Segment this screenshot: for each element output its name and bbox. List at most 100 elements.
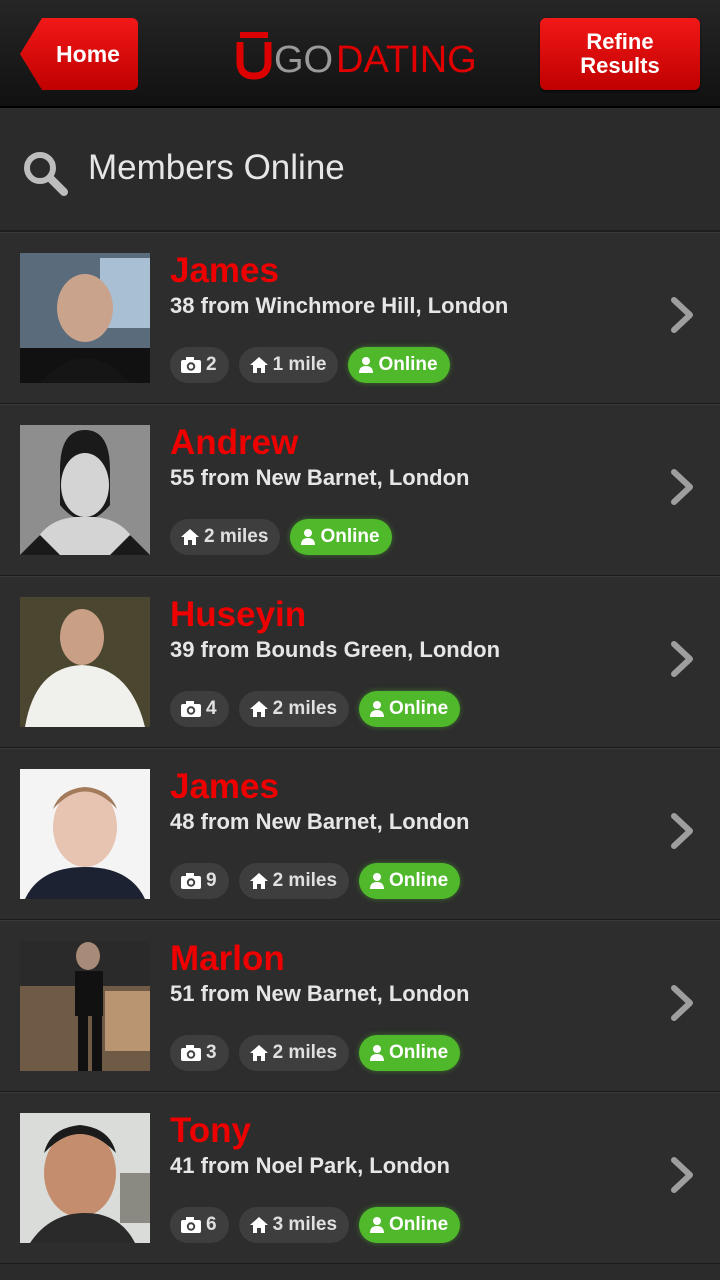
member-row[interactable]: Andrew 55 from New Barnet, London 2 mile… [0,404,720,576]
member-name: Marlon [170,939,285,978]
search-bar[interactable]: Members Online [0,110,720,232]
member-name: Tony [170,1111,252,1150]
user-icon [370,701,385,717]
chevron-right-icon[interactable] [668,983,696,1023]
logo-prefix: GO [274,39,333,80]
member-name: Andrew [170,423,299,462]
home-icon [249,701,268,717]
user-icon [370,873,385,889]
member-row[interactable]: James 48 from New Barnet, London 9 2 mil… [0,748,720,920]
home-icon [249,873,268,889]
online-status-badge: Online [359,1207,461,1243]
logo-suffix: DATING [336,39,477,80]
page-title: Members Online [88,148,345,187]
distance-chip: 3 miles [238,1207,350,1243]
photo-count: 2 [206,354,217,375]
member-details: 39 from Bounds Green, London [170,637,501,662]
member-details: 41 from Noel Park, London [170,1153,450,1178]
avatar[interactable] [20,425,150,555]
member-chips: 9 2 miles Online [170,863,461,899]
member-row[interactable]: James 38 from Winchmore Hill, London 2 1… [0,232,720,404]
online-status-badge: Online [348,347,450,383]
distance-chip: 2 miles [170,519,281,555]
chevron-right-icon[interactable] [668,811,696,851]
distance-chip: 2 miles [238,691,350,727]
refine-label-line1: Refine [586,29,654,54]
distance-chip: 2 miles [238,863,350,899]
photo-count-chip: 2 [170,347,229,383]
status-label: Online [320,526,380,547]
home-button-label: Home [56,40,120,67]
photo-count-chip: 4 [170,691,229,727]
photo-count: 9 [206,870,217,891]
member-chips: 6 3 miles Online [170,1207,461,1243]
home-icon [249,1045,268,1061]
avatar[interactable] [20,769,150,899]
distance: 2 miles [272,1042,338,1063]
member-name: Huseyin [170,595,307,634]
ugodating-logo: GO DATING [236,32,477,80]
camera-icon [181,1045,201,1061]
chevron-right-icon[interactable] [668,467,696,507]
user-icon [359,357,374,373]
status-label: Online [389,870,449,891]
status-label: Online [378,354,438,375]
search-icon [24,152,68,196]
refine-label-line2: Results [580,53,660,78]
distance-chip: 2 miles [238,1035,350,1071]
photo-count: 3 [206,1042,217,1063]
home-icon [249,1217,268,1233]
member-details: 55 from New Barnet, London [170,465,470,490]
photo-count: 4 [206,698,217,719]
user-icon [301,529,316,545]
online-status-badge: Online [359,691,461,727]
home-button[interactable]: Home [20,18,138,90]
refine-results-button[interactable]: Refine Results [540,18,700,90]
member-name: James [170,767,279,806]
member-chips: 4 2 miles Online [170,691,461,727]
avatar[interactable] [20,597,150,727]
member-chips: 3 2 miles Online [170,1035,461,1071]
online-status-badge: Online [290,519,392,555]
distance: 2 miles [204,526,269,547]
online-status-badge: Online [359,1035,461,1071]
camera-icon [181,1217,201,1233]
status-label: Online [389,1214,449,1235]
member-row[interactable]: Marlon 51 from New Barnet, London 3 2 mi… [0,920,720,1092]
avatar[interactable] [20,1113,150,1243]
photo-count: 6 [206,1214,217,1235]
chevron-right-icon[interactable] [668,639,696,679]
members-list: James 38 from Winchmore Hill, London 2 1… [0,232,720,1264]
member-row[interactable]: Huseyin 39 from Bounds Green, London 4 2… [0,576,720,748]
member-chips: 2 1 mile Online [170,347,450,383]
member-details: 38 from Winchmore Hill, London [170,293,509,318]
camera-icon [181,873,201,889]
distance: 2 miles [272,698,338,719]
camera-icon [181,701,201,717]
member-details: 48 from New Barnet, London [170,809,470,834]
photo-count-chip: 3 [170,1035,229,1071]
status-label: Online [389,698,449,719]
member-row[interactable]: Tony 41 from Noel Park, London 6 3 miles… [0,1092,720,1264]
user-icon [370,1217,385,1233]
photo-count-chip: 6 [170,1207,229,1243]
status-label: Online [389,1042,449,1063]
chevron-right-icon[interactable] [668,1155,696,1195]
user-icon [370,1045,385,1061]
home-icon [181,529,199,545]
avatar[interactable] [20,941,150,1071]
distance: 1 mile [272,354,327,375]
member-name: James [170,251,279,290]
home-icon [249,357,268,373]
member-chips: 2 miles Online [170,519,392,555]
distance: 2 miles [272,870,338,891]
distance: 3 miles [272,1214,338,1235]
online-status-badge: Online [359,863,461,899]
member-details: 51 from New Barnet, London [170,981,470,1006]
camera-icon [181,357,201,373]
distance-chip: 1 mile [238,347,339,383]
chevron-right-icon[interactable] [668,295,696,335]
photo-count-chip: 9 [170,863,229,899]
avatar[interactable] [20,253,150,383]
app-header: Home GO DATING Refine Results [0,0,720,108]
